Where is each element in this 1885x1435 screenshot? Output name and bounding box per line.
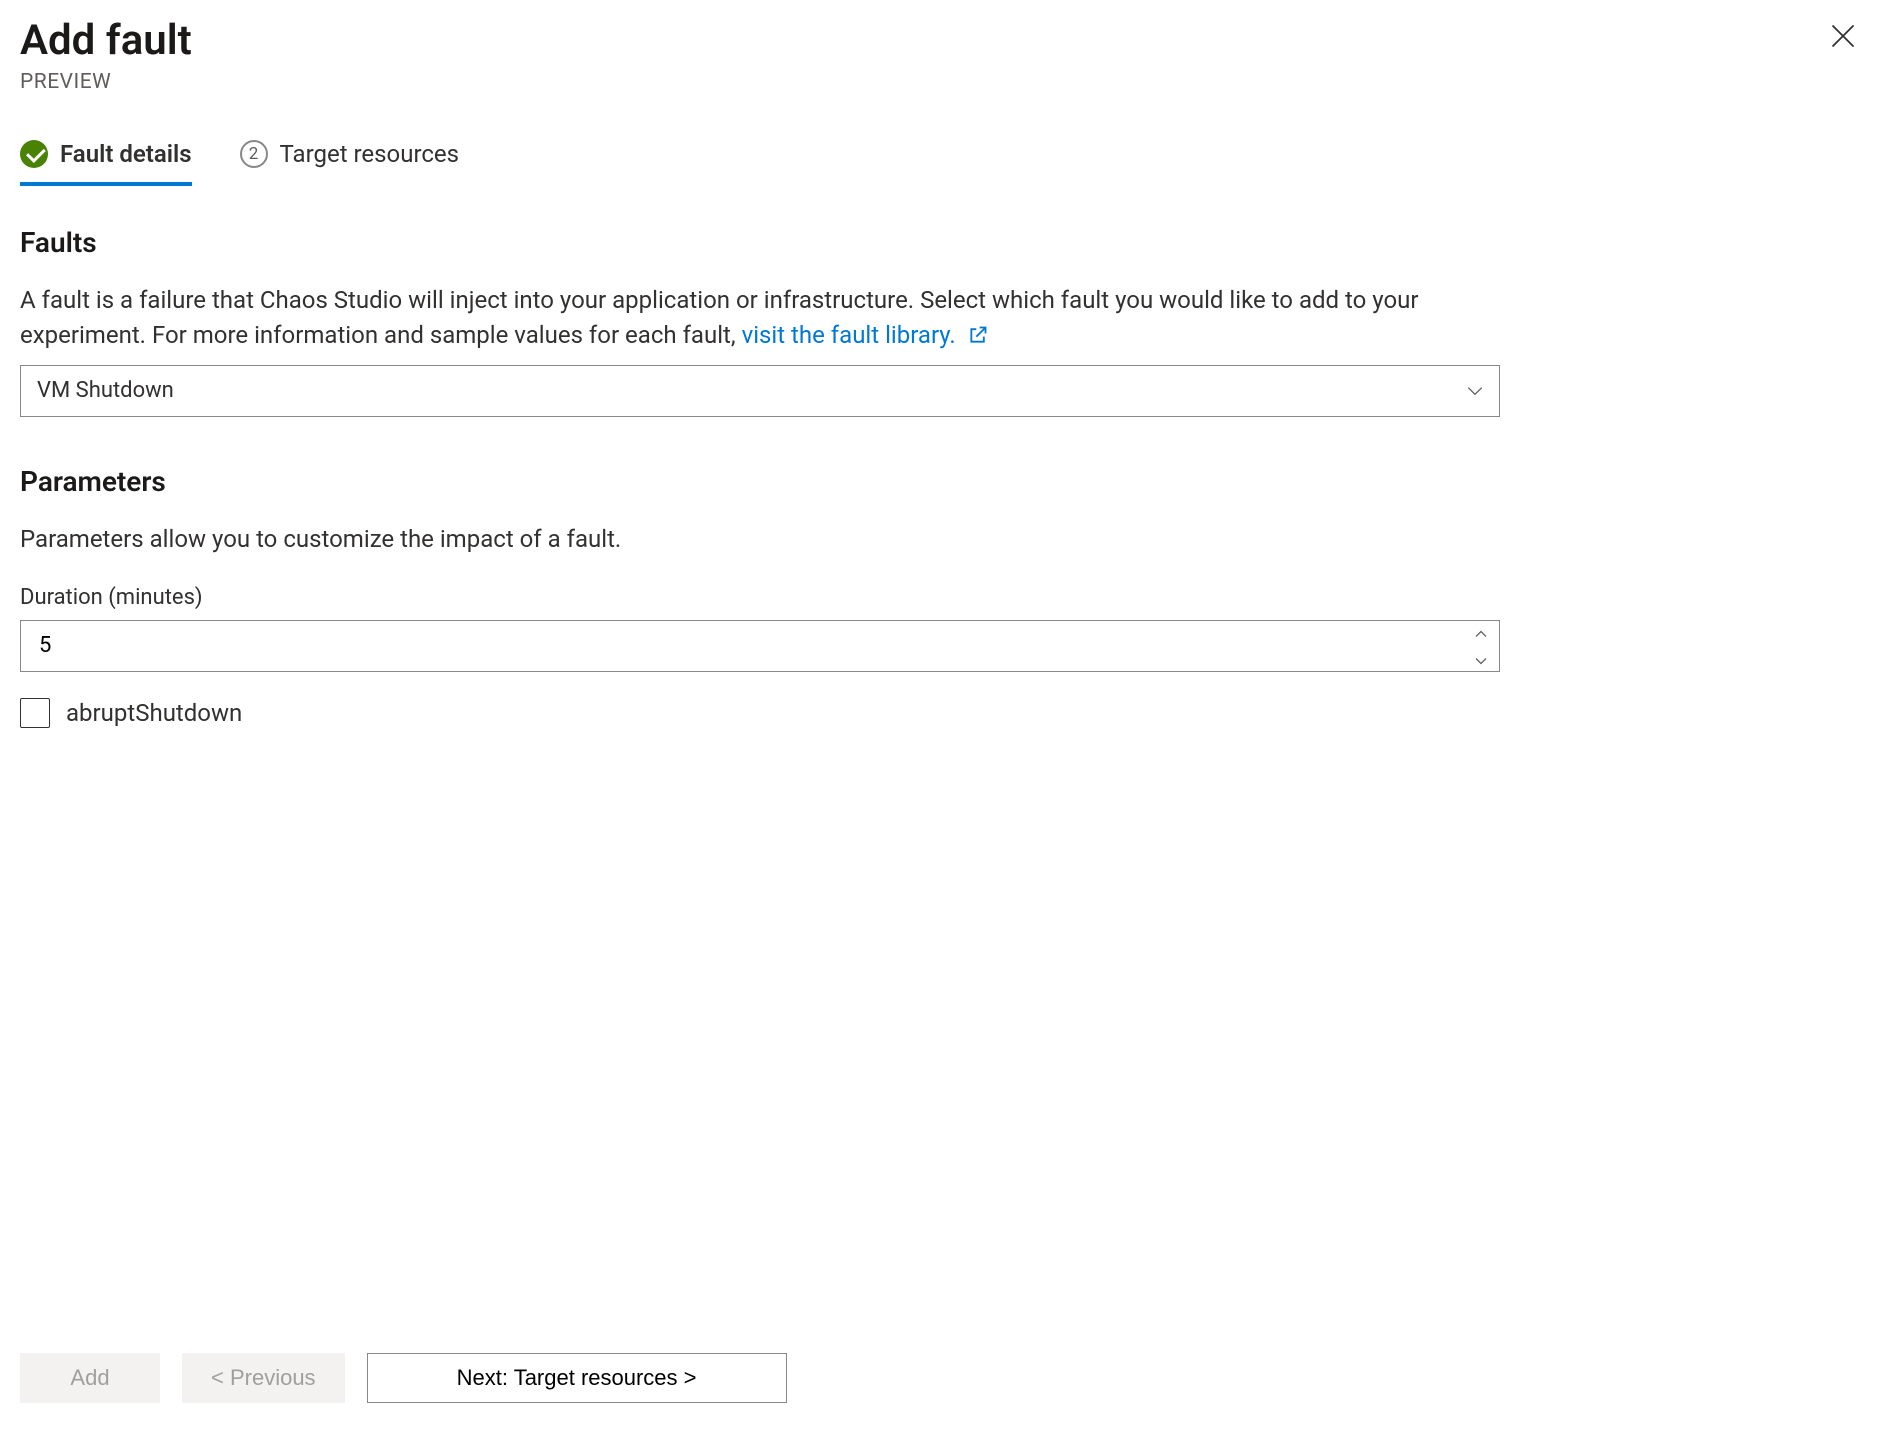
parameters-description: Parameters allow you to customize the im…	[20, 522, 1500, 557]
fault-library-link[interactable]: visit the fault library.	[742, 321, 988, 349]
external-link-icon	[968, 320, 988, 340]
faults-description: A fault is a failure that Chaos Studio w…	[20, 283, 1500, 353]
tab-fault-details[interactable]: Fault details	[20, 140, 192, 186]
close-icon	[1829, 38, 1857, 53]
add-fault-panel: Add fault PREVIEW Fault details 2 Target…	[0, 0, 1885, 1435]
panel-title-block: Add fault PREVIEW	[20, 18, 192, 94]
spinner-up-icon[interactable]	[1473, 620, 1489, 645]
previous-button: < Previous	[182, 1353, 345, 1403]
faults-heading: Faults	[20, 226, 1500, 259]
checkmark-icon	[20, 140, 48, 168]
panel-content: Faults A fault is a failure that Chaos S…	[0, 186, 1520, 727]
fault-select-value: VM Shutdown	[37, 378, 174, 403]
fault-select[interactable]: VM Shutdown	[20, 365, 1500, 417]
panel-title: Add fault	[20, 18, 192, 64]
number-spinner	[1473, 620, 1489, 672]
duration-input[interactable]	[37, 632, 1453, 659]
tab-target-resources[interactable]: 2 Target resources	[240, 140, 460, 186]
tab-label: Fault details	[60, 140, 192, 168]
close-button[interactable]	[1821, 14, 1865, 61]
spinner-down-icon[interactable]	[1473, 647, 1489, 672]
parameters-heading: Parameters	[20, 465, 1500, 498]
panel-subtitle: PREVIEW	[20, 70, 192, 94]
wizard-tabs: Fault details 2 Target resources	[0, 94, 1885, 186]
abrupt-shutdown-label: abruptShutdown	[66, 699, 242, 727]
panel-header: Add fault PREVIEW	[0, 0, 1885, 94]
duration-input-wrapper	[20, 620, 1500, 672]
next-button[interactable]: Next: Target resources >	[367, 1353, 787, 1403]
add-button: Add	[20, 1353, 160, 1403]
chevron-down-icon	[1465, 381, 1485, 401]
tab-label: Target resources	[280, 140, 460, 168]
abrupt-shutdown-row: abruptShutdown	[20, 698, 1500, 728]
step-number-badge: 2	[240, 140, 268, 168]
panel-footer: Add < Previous Next: Target resources >	[0, 1325, 1885, 1435]
duration-label: Duration (minutes)	[20, 585, 1500, 610]
abrupt-shutdown-checkbox[interactable]	[20, 698, 50, 728]
